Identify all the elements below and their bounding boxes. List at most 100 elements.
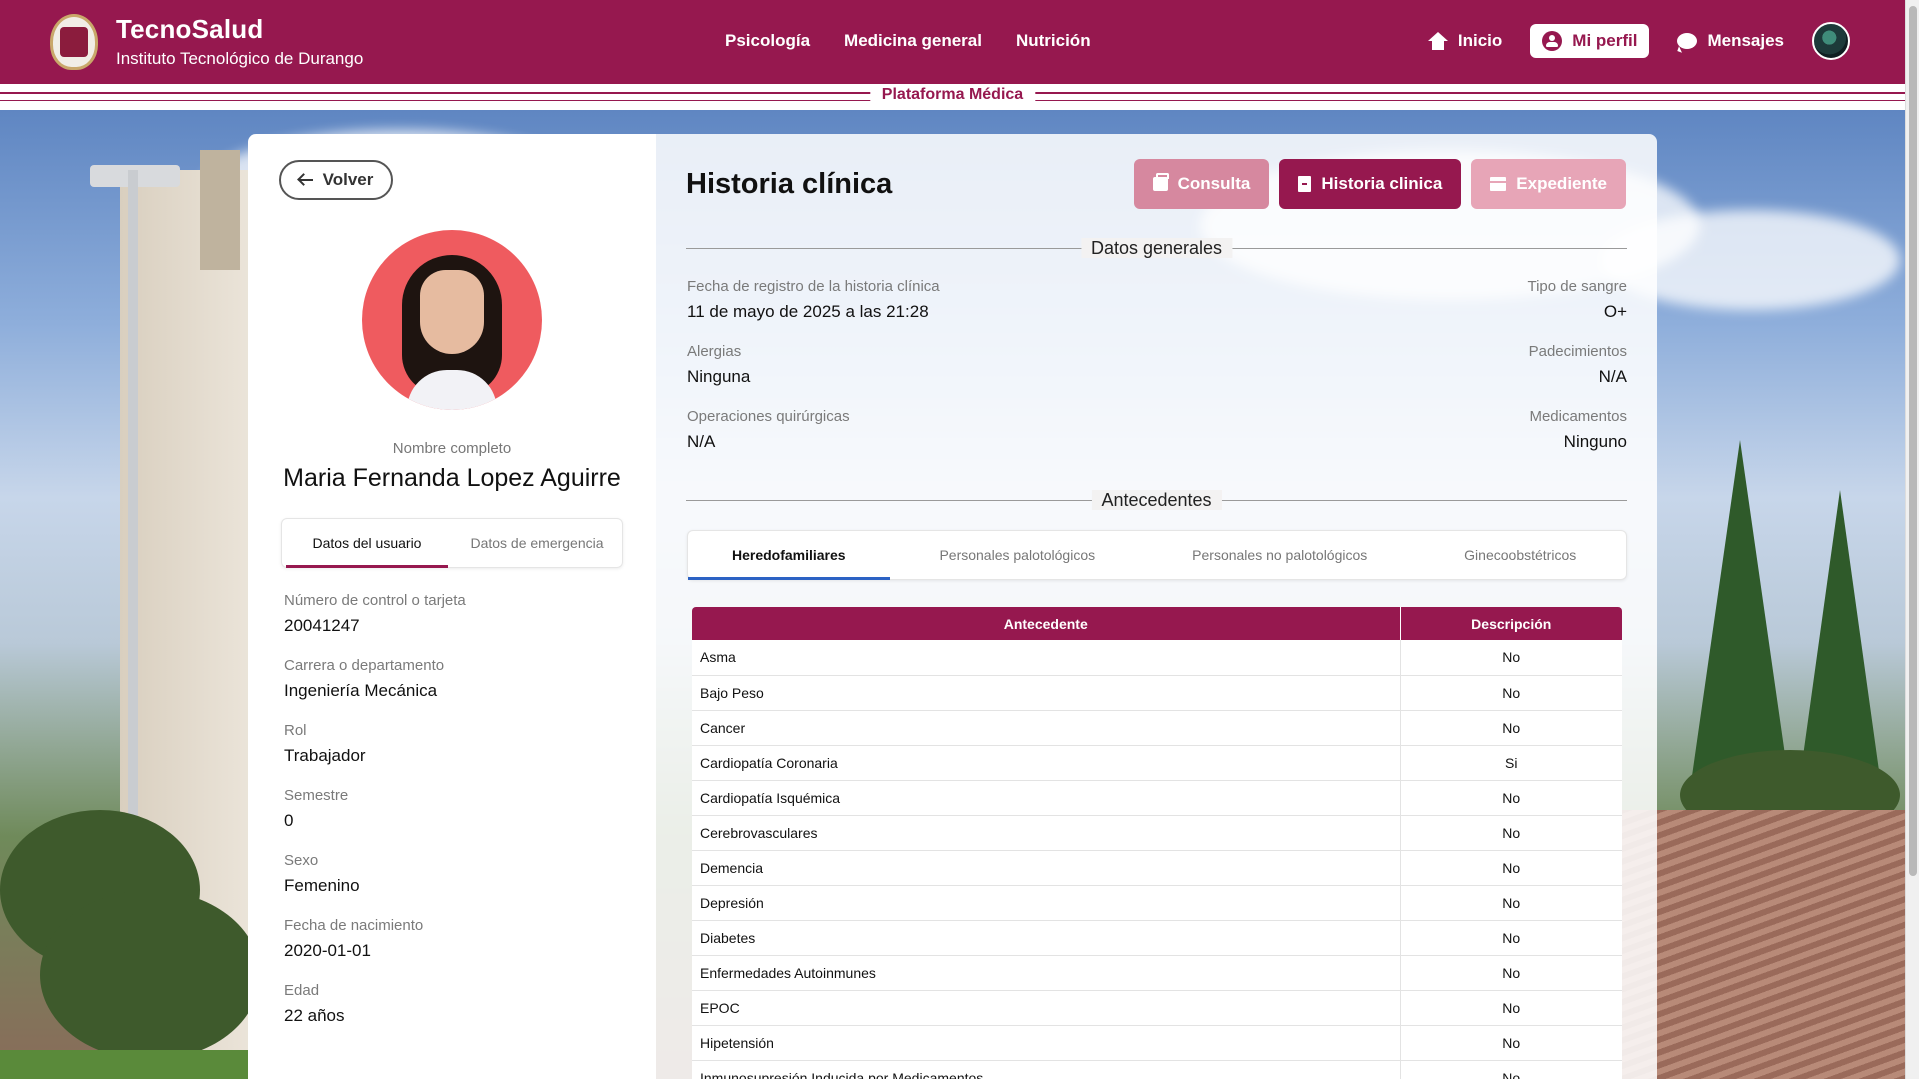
field-label: Número de control o tarjeta [284, 592, 466, 609]
home-icon [1427, 32, 1448, 50]
historia-clinica-button[interactable]: Historia clinica [1279, 159, 1462, 209]
historia-clinica-button-label: Historia clinica [1321, 174, 1443, 193]
info-padecimientos: Padecimientos N/A [1529, 343, 1627, 387]
descripcion-cell: No [1400, 990, 1622, 1026]
tab-datos-usuario[interactable]: Datos del usuario [282, 519, 452, 568]
table-row: Hipetensión No [692, 1025, 1622, 1061]
descripcion-cell: No [1400, 815, 1622, 851]
user-nav: Inicio Mi perfil Mensajes [1422, 22, 1850, 60]
info-fecha-registro: Fecha de registro de la historia clínica… [687, 278, 940, 322]
tab-personales-no-patologicos[interactable]: Personales no palotológicos [1145, 531, 1414, 579]
tab-personales-patologicos[interactable]: Personales palotológicos [890, 531, 1145, 579]
antecedente-cell: Demencia [692, 850, 1401, 886]
field-label: Fecha de nacimiento [284, 917, 424, 934]
field-rol: Rol Trabajador [284, 722, 624, 766]
profile-card: Volver Nombre completo Maria Fernanda Lo… [248, 134, 656, 1079]
info-alergias: Alergias Ninguna [687, 343, 750, 387]
field-label: Sexo [284, 852, 319, 869]
table-row: Cancer No [692, 710, 1622, 746]
table-row: Asma No [692, 640, 1622, 676]
expediente-button[interactable]: Expediente [1471, 159, 1626, 209]
antecedente-cell: Cerebrovasculares [692, 815, 1401, 851]
table-row: Diabetes No [692, 920, 1622, 956]
brand-subtitle: Instituto Tecnológico de Durango [116, 49, 364, 68]
antecedente-cell: Cancer [692, 710, 1401, 746]
arrow-left-icon [298, 179, 313, 181]
brand: TecnoSalud Instituto Tecnológico de Dura… [116, 14, 363, 69]
field-value: 22 años [284, 1006, 345, 1025]
nav-inicio[interactable]: Inicio [1422, 25, 1508, 57]
tab-datos-emergencia[interactable]: Datos de emergencia [452, 519, 622, 567]
info-label: Fecha de registro de la historia clínica [687, 278, 940, 295]
field-label: Carrera o departamento [284, 657, 445, 674]
field-value: 2020-01-01 [284, 941, 371, 960]
nav-psicologia[interactable]: Psicología [725, 31, 810, 51]
tab-ginecoobstetricos[interactable]: Ginecoobstétricos [1414, 531, 1626, 579]
descripcion-cell: No [1400, 1025, 1622, 1061]
antecedente-cell: Diabetes [692, 920, 1401, 956]
table-row: Cardiopatía Isquémica No [692, 780, 1622, 816]
user-tabs: Datos del usuario Datos de emergencia [281, 518, 623, 568]
consulta-button[interactable]: Consulta [1133, 159, 1270, 209]
info-label: Padecimientos [1528, 343, 1627, 360]
info-value: N/A [687, 432, 716, 451]
field-value: 20041247 [284, 616, 360, 635]
table-row: Depresión No [692, 885, 1622, 921]
clinical-history-card: Historia clínica Consulta Historia clini… [656, 134, 1657, 1079]
info-value: O+ [1603, 302, 1627, 321]
scrollbar-thumb[interactable] [1909, 6, 1917, 876]
info-value: Ninguno [1563, 432, 1627, 451]
field-value: Femenino [284, 876, 360, 895]
full-name: Maria Fernanda Lopez Aguirre [283, 464, 621, 492]
field-numero-control: Número de control o tarjeta 20041247 [284, 592, 624, 636]
table-row: Bajo Peso No [692, 675, 1622, 711]
tab-heredofamiliares[interactable]: Heredofamiliares [688, 531, 890, 580]
descripcion-cell: No [1400, 850, 1622, 886]
antecedentes-table: Antecedente Descripción Asma No Bajo Peso… [692, 607, 1622, 1079]
expediente-button-label: Expediente [1516, 174, 1607, 193]
info-value: 11 de mayo de 2025 a las 21:28 [687, 302, 929, 321]
file-medical-icon [1298, 176, 1312, 192]
institute-logo [50, 14, 98, 70]
antecedente-cell: Cardiopatía Isquémica [692, 780, 1401, 816]
antecedente-cell: EPOC [692, 990, 1401, 1026]
field-label: Semestre [284, 787, 349, 804]
user-circle-icon [1542, 31, 1563, 51]
field-semestre: Semestre 0 [284, 787, 624, 831]
antecedente-cell: Inmunosupresión Inducida por Medicamento… [692, 1060, 1401, 1079]
info-label: Alergias [687, 343, 742, 360]
medkit-icon [1152, 173, 1169, 191]
info-label: Medicamentos [1529, 408, 1627, 425]
descripcion-cell: No [1400, 1060, 1622, 1079]
full-name-label: Nombre completo [392, 440, 512, 457]
table-header-row: Antecedente Descripción [692, 607, 1622, 640]
table-row: Inmunosupresión Inducida por Medicamento… [692, 1060, 1622, 1079]
brand-name: TecnoSalud [116, 14, 264, 44]
table-row: Cardiopatía Coronaria Si [692, 745, 1622, 781]
platform-banner: Plataforma Médica [0, 84, 1905, 110]
top-navbar: TecnoSalud Instituto Tecnológico de Dura… [0, 0, 1905, 84]
antecedentes-tabs: Heredofamiliares Personales palotológico… [687, 530, 1627, 580]
page-title: Historia clínica [686, 168, 893, 200]
nav-medicina-general[interactable]: Medicina general [844, 31, 982, 51]
nav-mensajes[interactable]: Mensajes [1671, 25, 1790, 57]
info-label: Operaciones quirúrgicas [687, 408, 850, 425]
back-button[interactable]: Volver [279, 160, 393, 200]
section-antecedentes: Antecedentes [686, 490, 1627, 510]
user-avatar[interactable] [1812, 22, 1850, 60]
section-title: Datos generales [1080, 238, 1233, 258]
page-scrollbar[interactable] [1905, 0, 1919, 1079]
antecedente-cell: Enfermedades Autoinmunes [692, 955, 1401, 991]
section-datos-generales: Datos generales [686, 238, 1627, 258]
nav-inicio-label: Inicio [1457, 31, 1503, 50]
column-header: Antecedente [692, 607, 1401, 640]
back-button-label: Volver [322, 170, 374, 189]
table-row: Demencia No [692, 850, 1622, 886]
nav-nutricion[interactable]: Nutrición [1016, 31, 1091, 51]
profile-photo [362, 230, 542, 410]
field-sexo: Sexo Femenino [284, 852, 624, 896]
field-fecha-nacimiento: Fecha de nacimiento 2020-01-01 [284, 917, 624, 961]
chat-icon [1677, 33, 1698, 49]
field-label: Edad [284, 982, 320, 999]
nav-mi-perfil[interactable]: Mi perfil [1530, 24, 1650, 58]
